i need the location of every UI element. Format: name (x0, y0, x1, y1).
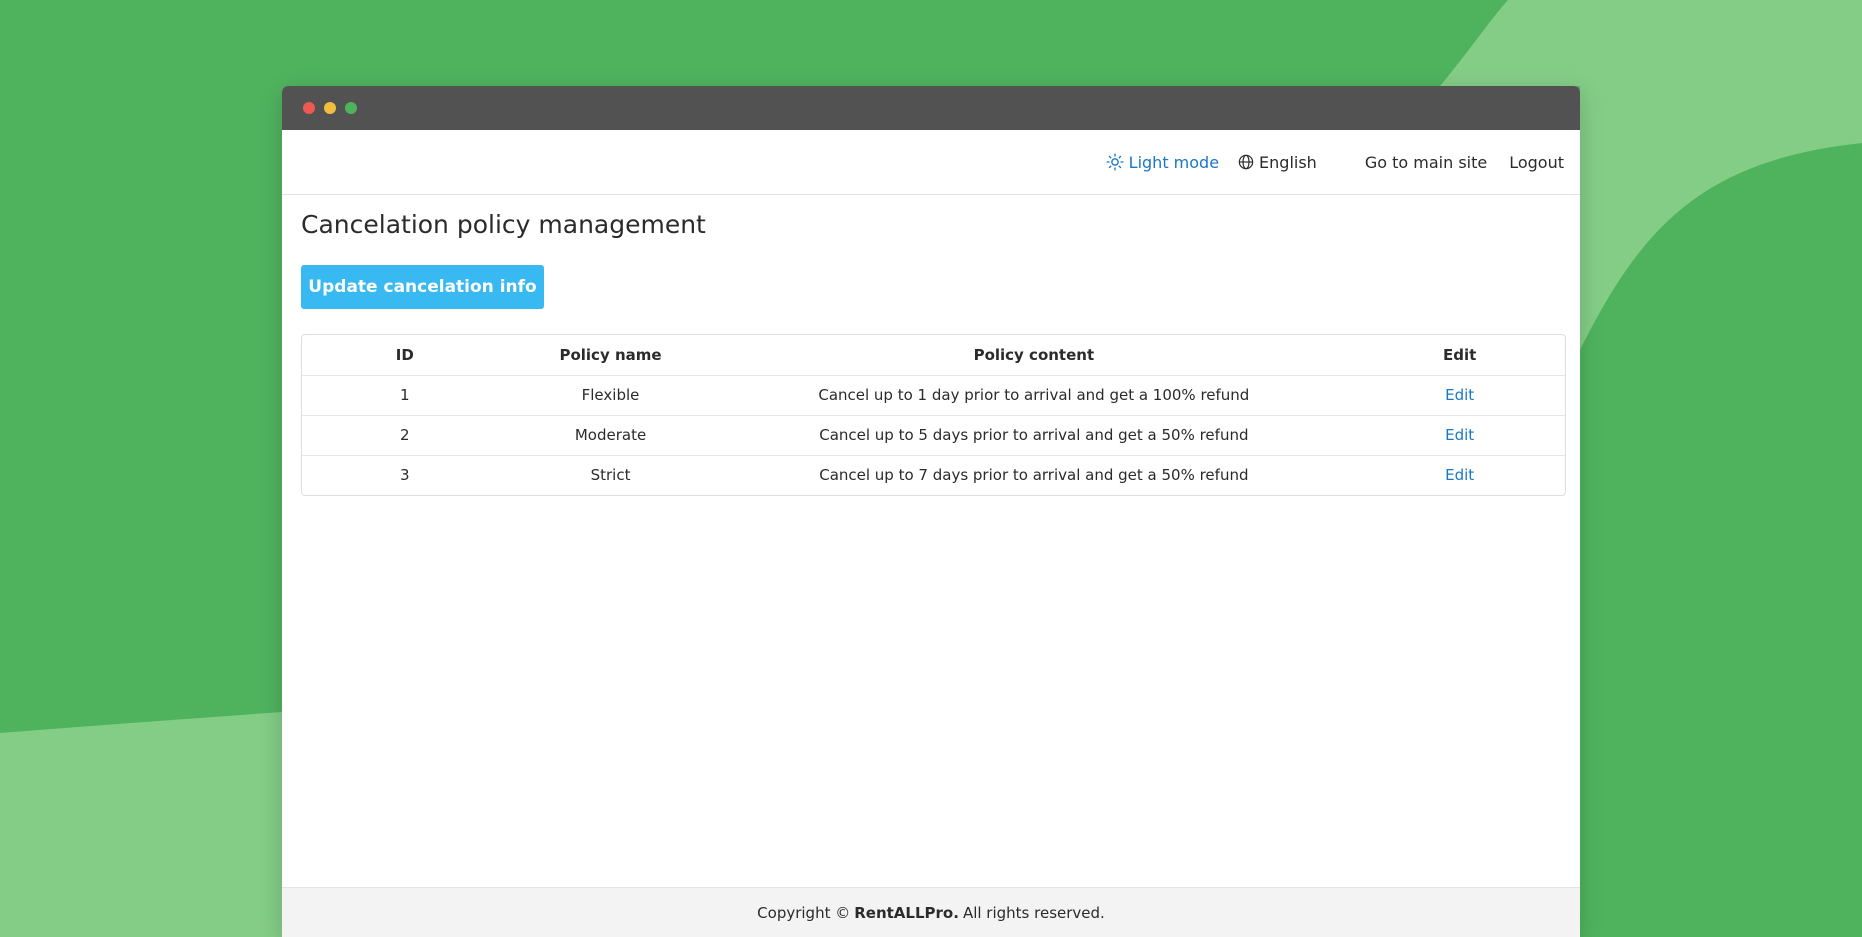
table-row: 2 Moderate Cancel up to 5 days prior to … (302, 414, 1565, 455)
language-selector[interactable]: English (1238, 153, 1317, 172)
cell-policy-name: Moderate (507, 414, 714, 455)
cell-policy-name: Strict (507, 454, 714, 495)
cell-edit: Edit (1354, 374, 1565, 415)
minimize-window-dot[interactable] (324, 102, 336, 114)
policy-table-container: ID Policy name Policy content Edit 1 Fle… (301, 334, 1566, 496)
sun-icon (1106, 153, 1124, 171)
header-edit: Edit (1443, 345, 1477, 364)
cell-edit: Edit (1354, 414, 1565, 455)
globe-icon (1238, 154, 1254, 170)
footer-brand: RentALLPro. (854, 903, 959, 922)
go-to-main-site-link[interactable]: Go to main site (1365, 153, 1487, 172)
browser-window: Light mode English Go to main site Logou… (282, 86, 1580, 937)
footer-copyright-suffix: All rights reserved. (962, 903, 1105, 922)
theme-toggle[interactable]: Light mode (1106, 153, 1219, 172)
edit-link[interactable]: Edit (1445, 466, 1474, 484)
edit-link[interactable]: Edit (1445, 386, 1474, 404)
cell-policy-content: Cancel up to 1 day prior to arrival and … (713, 374, 1355, 415)
window-titlebar (282, 86, 1580, 130)
close-window-dot[interactable] (303, 102, 315, 114)
policy-table: ID Policy name Policy content Edit 1 Fle… (302, 335, 1565, 495)
maximize-window-dot[interactable] (345, 102, 357, 114)
update-cancelation-info-button[interactable]: Update cancelation info (301, 265, 544, 309)
language-label: English (1259, 152, 1317, 172)
footer-copyright-prefix: Copyright © (757, 903, 851, 922)
cell-policy-content: Cancel up to 7 days prior to arrival and… (713, 454, 1355, 495)
main-content: Cancelation policy management Update can… (282, 195, 1580, 496)
table-row: 1 Flexible Cancel up to 1 day prior to a… (302, 374, 1565, 415)
cell-edit: Edit (1354, 454, 1565, 495)
logout-link[interactable]: Logout (1509, 153, 1564, 172)
header-id: ID (395, 345, 414, 364)
table-header-row: ID Policy name Policy content Edit (302, 335, 1565, 375)
cell-id: 1 (302, 374, 508, 415)
header-policy-content: Policy content (973, 345, 1095, 364)
footer: Copyright © RentALLPro. All rights reser… (282, 887, 1580, 937)
cell-policy-name: Flexible (507, 374, 714, 415)
cell-id: 3 (302, 454, 508, 495)
header-policy-name: Policy name (559, 345, 662, 364)
top-navigation: Light mode English Go to main site Logou… (282, 130, 1580, 195)
table-row: 3 Strict Cancel up to 7 days prior to ar… (302, 454, 1565, 495)
cell-id: 2 (302, 414, 508, 455)
page-title: Cancelation policy management (301, 210, 706, 239)
edit-link[interactable]: Edit (1445, 426, 1474, 444)
cell-policy-content: Cancel up to 5 days prior to arrival and… (713, 414, 1355, 455)
theme-toggle-label: Light mode (1128, 152, 1220, 172)
